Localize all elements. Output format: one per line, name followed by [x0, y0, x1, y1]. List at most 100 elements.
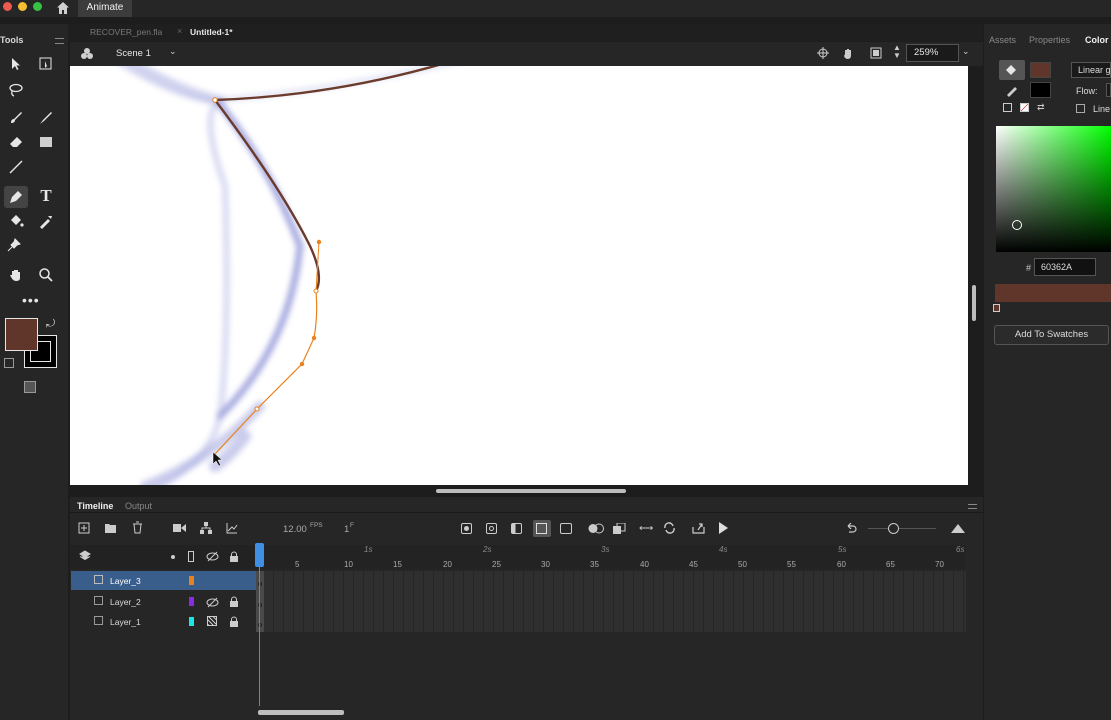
- layer1-outline-icon[interactable]: [207, 616, 217, 626]
- timeline-horizontal-scrollbar[interactable]: [258, 710, 344, 715]
- insert-frame-icon[interactable]: [511, 523, 522, 534]
- gradient-color-bar[interactable]: [995, 284, 1111, 302]
- brush-tool-icon[interactable]: [36, 108, 56, 128]
- tween-icon[interactable]: [560, 523, 572, 534]
- fps-value[interactable]: 12.00: [283, 524, 307, 535]
- delete-layer-icon[interactable]: [132, 521, 143, 534]
- show-outlines-icon[interactable]: [188, 551, 194, 562]
- lock-all-layers-icon[interactable]: [229, 551, 239, 562]
- app-name-tab[interactable]: Animate: [78, 0, 132, 17]
- layer3-color-chip[interactable]: [189, 576, 194, 585]
- gradient-stop[interactable]: [993, 304, 1000, 312]
- export-icon[interactable]: [692, 522, 705, 534]
- tab-assets[interactable]: Assets: [989, 35, 1016, 45]
- zoom-field[interactable]: 259%: [906, 44, 959, 62]
- loop-range-icon[interactable]: ⟷: [639, 523, 653, 534]
- fill-bucket-icon[interactable]: [999, 60, 1025, 80]
- home-icon[interactable]: [56, 1, 70, 15]
- rectangle-tool-icon[interactable]: [36, 132, 56, 152]
- frames-grid[interactable]: [264, 571, 966, 632]
- selection-tool-icon[interactable]: [6, 54, 26, 74]
- layer1-lock-icon[interactable]: [229, 616, 239, 627]
- close-tab-icon[interactable]: ×: [177, 26, 182, 36]
- frame-size-slider-thumb[interactable]: [888, 523, 899, 534]
- more-tools-icon[interactable]: •••: [22, 292, 40, 308]
- swap-colors-icon[interactable]: ⤾: [46, 318, 55, 331]
- layer3-name[interactable]: Layer_3: [110, 576, 141, 586]
- fill-color-swatch[interactable]: [5, 318, 38, 351]
- layer2-name[interactable]: Layer_2: [110, 597, 141, 607]
- fill-type-dropdown[interactable]: Linear g: [1071, 62, 1111, 78]
- rotation-tool-icon[interactable]: [841, 46, 855, 60]
- layer2-hidden-icon[interactable]: [206, 597, 219, 608]
- frame-size-slider[interactable]: [868, 528, 936, 529]
- color-picker-field[interactable]: [996, 126, 1111, 252]
- paint-bucket-tool-icon[interactable]: [6, 211, 26, 231]
- minimize-window-button[interactable]: [18, 2, 27, 11]
- linear-rgb-checkbox[interactable]: [1076, 104, 1085, 113]
- stage-vertical-scrollbar[interactable]: [972, 285, 976, 321]
- insert-blank-keyframe-icon[interactable]: [486, 523, 497, 534]
- panel-menu-icon[interactable]: [55, 38, 64, 44]
- eraser-tool-icon[interactable]: [6, 132, 26, 152]
- doc-tab-untitled[interactable]: Untitled-1*: [190, 24, 233, 41]
- undo-icon[interactable]: [845, 522, 857, 533]
- clip-content-icon[interactable]: [870, 47, 882, 59]
- tab-color[interactable]: Color: [1085, 35, 1109, 45]
- paint-brush-tool-icon[interactable]: [6, 108, 26, 128]
- tab-timeline[interactable]: Timeline: [77, 501, 113, 511]
- default-colors-icon[interactable]: [4, 358, 14, 368]
- stage-canvas[interactable]: [70, 66, 968, 485]
- insert-keyframe-icon[interactable]: [461, 523, 472, 534]
- center-stage-icon[interactable]: [817, 47, 829, 59]
- sync-icon[interactable]: [663, 522, 676, 534]
- hex-color-input[interactable]: 60362A: [1034, 258, 1096, 276]
- eyedropper-tool-icon[interactable]: [36, 211, 56, 231]
- play-icon[interactable]: [718, 522, 729, 534]
- pin-tool-icon[interactable]: [4, 235, 24, 255]
- swap-fill-stroke-icon[interactable]: ⇄: [1037, 102, 1045, 113]
- tab-output[interactable]: Output: [125, 501, 152, 511]
- camera-icon[interactable]: [173, 523, 186, 533]
- current-frame-value[interactable]: 1: [344, 524, 349, 535]
- maximize-window-button[interactable]: [33, 2, 42, 11]
- black-white-icon[interactable]: [1003, 103, 1012, 112]
- flow-dropdown[interactable]: [1106, 83, 1111, 97]
- edit-multiple-frames-icon[interactable]: [613, 523, 626, 534]
- hand-tool-icon[interactable]: [6, 265, 26, 285]
- scene-dropdown-chevron-icon[interactable]: ⌄: [169, 46, 177, 57]
- line-tool-icon[interactable]: [6, 157, 26, 177]
- onion-skin-icon[interactable]: [588, 523, 604, 534]
- stroke-pencil-icon[interactable]: [1005, 83, 1019, 97]
- layer1-color-chip[interactable]: [189, 617, 194, 626]
- zoom-dropdown-chevron-icon[interactable]: ⌄: [962, 46, 970, 57]
- new-layer-icon[interactable]: [78, 522, 90, 534]
- highlight-layers-icon[interactable]: [171, 555, 175, 559]
- graph-icon[interactable]: [226, 522, 238, 534]
- zoom-tool-icon[interactable]: [36, 265, 56, 285]
- lasso-tool-icon[interactable]: [6, 80, 26, 100]
- free-transform-tool-icon[interactable]: [36, 54, 56, 74]
- stage-horizontal-scrollbar[interactable]: [436, 489, 626, 493]
- close-window-button[interactable]: [3, 2, 12, 11]
- large-frames-icon[interactable]: [951, 522, 965, 533]
- object-drawing-icon[interactable]: [24, 381, 36, 393]
- color-picker-cursor[interactable]: [1012, 220, 1022, 230]
- text-tool-icon[interactable]: T: [36, 186, 56, 206]
- timeline-menu-icon[interactable]: [968, 504, 977, 509]
- fill-color-chip[interactable]: [1030, 62, 1051, 78]
- layer2-lock-icon[interactable]: [229, 596, 239, 607]
- layer2-color-chip[interactable]: [189, 597, 194, 606]
- pen-tool-icon[interactable]: [4, 186, 28, 208]
- stroke-color-chip[interactable]: [1030, 82, 1051, 98]
- add-to-swatches-button[interactable]: Add To Swatches: [994, 325, 1109, 345]
- layer1-name[interactable]: Layer_1: [110, 617, 141, 627]
- no-color-icon[interactable]: [1020, 103, 1029, 112]
- zoom-stepper-icon[interactable]: ▲ ▼: [893, 44, 901, 60]
- hide-all-layers-icon[interactable]: [206, 551, 219, 562]
- playhead-line[interactable]: [259, 543, 260, 706]
- layer-parenting-icon[interactable]: [200, 522, 212, 534]
- tab-properties[interactable]: Properties: [1029, 35, 1070, 45]
- new-folder-icon[interactable]: [104, 522, 117, 534]
- scene-label[interactable]: Scene 1: [116, 48, 151, 59]
